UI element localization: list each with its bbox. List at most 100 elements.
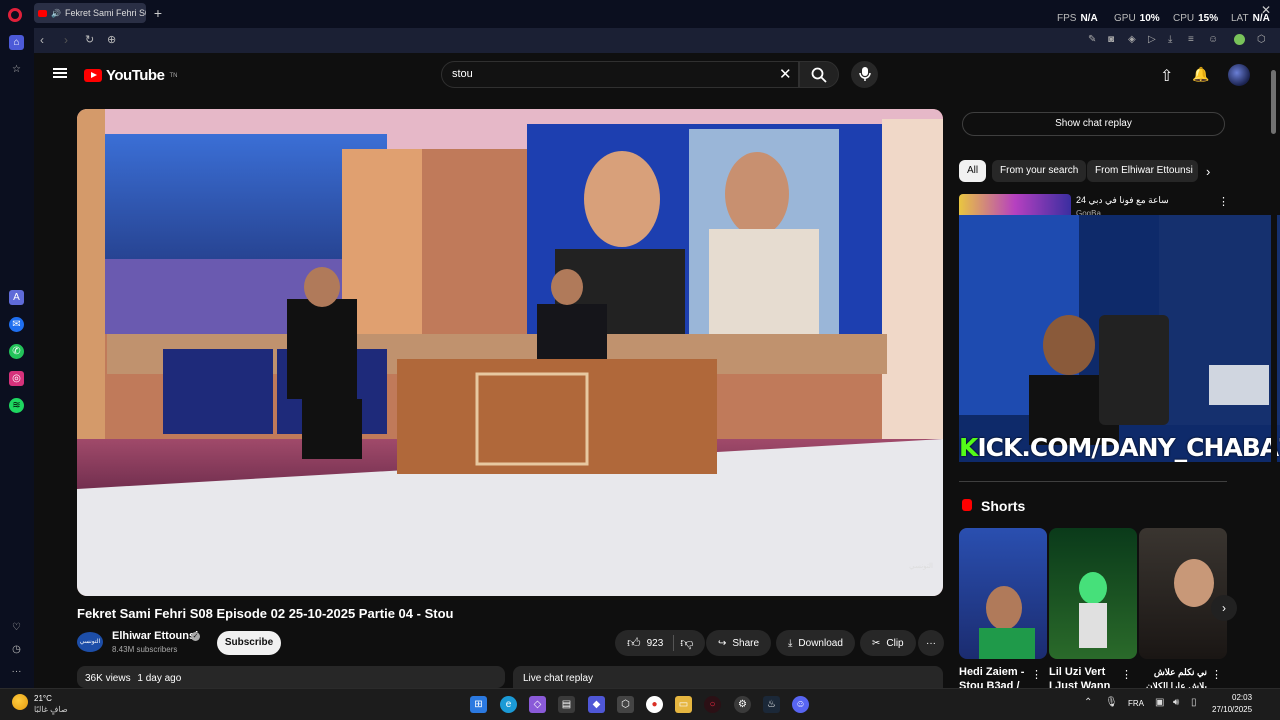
recommended-title[interactable]: 24 ساعة مع فونا في دبي xyxy=(1076,195,1169,206)
instagram-icon[interactable]: ◎ xyxy=(9,371,24,386)
scissors-icon: ✂ xyxy=(872,637,881,649)
short-2-menu-icon[interactable]: ⋮ xyxy=(1121,668,1132,681)
camera-icon[interactable]: ◙ xyxy=(1108,34,1114,45)
shorts-next-button[interactable]: › xyxy=(1211,595,1237,621)
aria-icon[interactable]: A xyxy=(9,290,24,305)
more-icon[interactable]: ··· xyxy=(9,664,24,679)
youtube-logo[interactable]: YouTube TN xyxy=(84,67,177,84)
start-windows-icon[interactable]: ⊞ xyxy=(470,696,487,713)
search-input[interactable]: stou xyxy=(441,61,799,88)
forward-icon[interactable]: › xyxy=(64,33,68,47)
globe-icon[interactable]: ⊕ xyxy=(107,33,116,46)
youtube-wordmark: YouTube xyxy=(106,67,165,84)
edge-icon[interactable]: e xyxy=(500,696,517,713)
browser-tab[interactable]: 🔊 Fekret Sami Fehri S08 xyxy=(34,3,146,23)
live-chat-replay-header[interactable]: Live chat replay xyxy=(513,666,943,688)
menu-icon[interactable]: ≡ xyxy=(1188,34,1194,45)
youtube-play-icon xyxy=(84,69,102,82)
channel-avatar[interactable]: التونسي xyxy=(77,632,103,652)
gear-app-icon[interactable]: ⚙ xyxy=(734,696,751,713)
clock-time[interactable]: 02:03 xyxy=(1232,693,1252,702)
short-thumbnail-3[interactable] xyxy=(1139,528,1227,659)
like-button[interactable]: 👍︎ 923 xyxy=(627,635,663,651)
short-title-3[interactable]: ني نكلم علاش بلاش عارا الكلان xyxy=(1139,665,1207,689)
show-chat-replay-button[interactable]: Show chat replay xyxy=(962,112,1225,136)
messenger-icon[interactable]: ✉ xyxy=(9,317,24,332)
vs-code-icon[interactable]: ◆ xyxy=(588,696,605,713)
search-button[interactable] xyxy=(799,61,839,88)
new-tab-button[interactable]: + xyxy=(150,6,166,22)
kebab-menu-icon[interactable]: ⋮ xyxy=(1218,195,1229,208)
subscribe-button[interactable]: Subscribe xyxy=(217,631,281,655)
opera-taskbar-icon[interactable]: ○ xyxy=(704,696,721,713)
share-icon: ↪ xyxy=(718,637,727,649)
upload-icon[interactable]: ⇧ xyxy=(1160,66,1173,86)
store-icon[interactable]: ▤ xyxy=(558,696,575,713)
speaker-icon[interactable]: 🔊 xyxy=(51,9,61,18)
short-1-menu-icon[interactable]: ⋮ xyxy=(1031,668,1042,681)
account-avatar[interactable] xyxy=(1228,64,1250,86)
weather-sun-icon[interactable] xyxy=(12,694,28,710)
weather-temperature[interactable]: 21°C xyxy=(34,694,52,703)
edit-icon[interactable]: ✎ xyxy=(1088,34,1096,45)
tray-battery-icon[interactable]: ▯ xyxy=(1191,697,1197,708)
description-box[interactable]: 36K views 1 day ago xyxy=(77,666,505,688)
profile-icon[interactable]: ☺ xyxy=(1208,34,1218,45)
fps-label: FPS xyxy=(1057,13,1077,24)
back-icon[interactable]: ‹ xyxy=(40,33,44,47)
play-icon[interactable]: ▷ xyxy=(1148,34,1156,45)
download-icon[interactable]: ⤓ xyxy=(1168,34,1172,45)
reload-icon[interactable]: ↻ xyxy=(85,33,94,46)
menu-hamburger-icon[interactable] xyxy=(53,66,67,80)
search-icon xyxy=(811,67,827,83)
bookmarks-icon[interactable]: ☆ xyxy=(9,62,24,77)
download-button[interactable]: ⤓ Download xyxy=(776,630,855,656)
tray-mic-icon[interactable]: 🎙︎ xyxy=(1105,697,1118,708)
channel-name[interactable]: Elhiwar Ettounsi xyxy=(112,630,198,642)
tray-network-icon[interactable]: ▣ xyxy=(1155,697,1164,708)
voice-search-button[interactable] xyxy=(851,61,878,88)
short-title-2[interactable]: Lil Uzi Vert I Just Wann xyxy=(1049,665,1121,689)
copilot-icon[interactable]: ◇ xyxy=(529,696,546,713)
short-title-1[interactable]: Hedi Zaiem - Stou B3ad / xyxy=(959,665,1029,689)
chip-from-channel[interactable]: From Elhiwar Ettounsi xyxy=(1087,160,1198,182)
vpn-icon[interactable] xyxy=(1234,34,1245,45)
like-dislike-group: 👍︎ 923 👎︎ xyxy=(615,630,705,656)
chevron-right-icon[interactable]: › xyxy=(1206,164,1210,179)
history-icon[interactable]: ◷ xyxy=(9,642,24,657)
clip-button[interactable]: ✂ Clip xyxy=(860,630,916,656)
home-icon[interactable]: ⌂ xyxy=(9,35,24,50)
whatsapp-icon[interactable]: ✆ xyxy=(9,344,24,359)
extensions-icon[interactable]: ⬡ xyxy=(1257,34,1266,45)
dislike-button[interactable]: 👎︎ xyxy=(680,635,693,651)
short-3-menu-icon[interactable]: ⋮ xyxy=(1211,668,1222,681)
notifications-bell-icon[interactable]: 🔔 xyxy=(1192,66,1209,83)
short-thumbnail-1[interactable] xyxy=(959,528,1047,659)
youtube-favicon-icon xyxy=(38,9,47,17)
clock-date[interactable]: 27/10/2025 xyxy=(1212,705,1252,714)
video-frame xyxy=(77,109,943,596)
file-explorer-icon[interactable]: ▭ xyxy=(675,696,692,713)
page-scrollbar[interactable] xyxy=(1271,58,1277,686)
discord-icon[interactable]: ☺ xyxy=(792,696,809,713)
short-thumbnail-2[interactable] xyxy=(1049,528,1137,659)
clip-label: Clip xyxy=(886,637,904,649)
scrollbar-thumb[interactable] xyxy=(1271,70,1276,134)
steam-icon[interactable]: ♨ xyxy=(763,696,780,713)
chip-from-search[interactable]: From your search xyxy=(992,160,1087,182)
more-actions-button[interactable]: ··· xyxy=(918,630,944,656)
chip-all[interactable]: All xyxy=(959,160,987,182)
share-button[interactable]: ↪ Share xyxy=(706,630,772,656)
chrome-icon[interactable]: ● xyxy=(646,696,663,713)
tray-chevron-up-icon[interactable]: ⌃ xyxy=(1084,697,1092,708)
clear-search-icon[interactable]: ✕ xyxy=(779,65,792,83)
heart-icon[interactable]: ♡ xyxy=(9,620,24,635)
input-language[interactable]: FRA xyxy=(1128,699,1144,708)
opera-logo-icon[interactable] xyxy=(8,8,22,22)
close-window-icon[interactable]: ✕ xyxy=(1261,3,1271,17)
spotify-icon[interactable]: ≋ xyxy=(9,398,24,413)
shield-icon[interactable]: ◈ xyxy=(1128,34,1136,45)
tray-volume-icon[interactable]: 🔊︎ xyxy=(1173,697,1179,708)
settings-cube-icon[interactable]: ⬡ xyxy=(617,696,634,713)
video-player[interactable]: التونسي xyxy=(77,109,943,596)
